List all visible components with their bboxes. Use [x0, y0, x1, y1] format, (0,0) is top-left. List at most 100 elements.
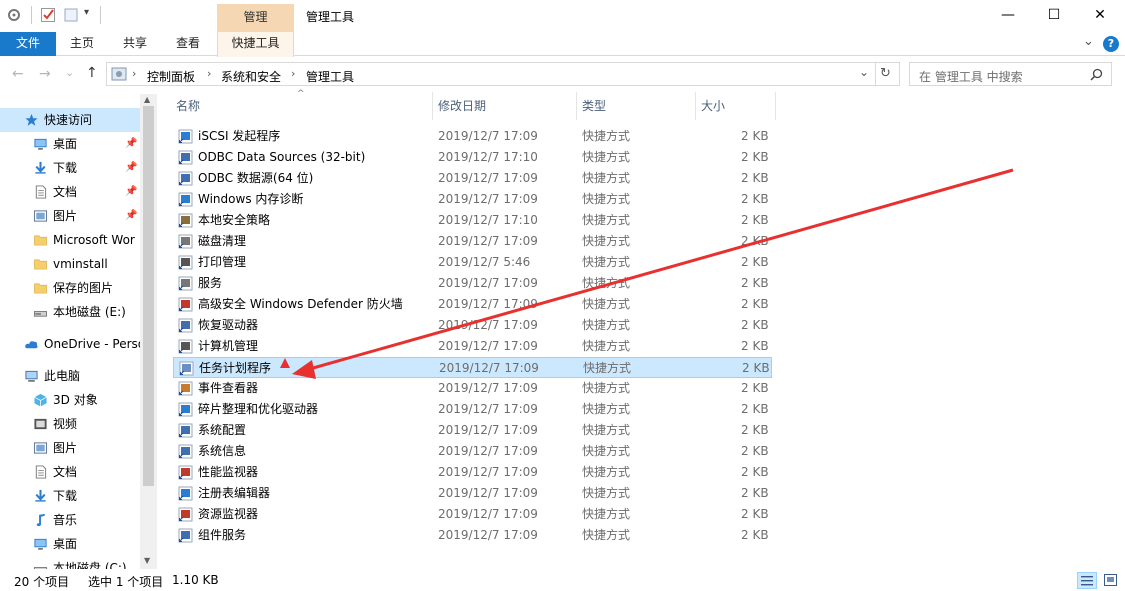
ribbon-collapse-icon[interactable]: ⌄ — [1083, 34, 1094, 49]
file-row[interactable]: iSCSI 发起程序 2019/12/7 17:09 快捷方式 2 KB — [173, 126, 772, 147]
breadcrumb-admin-tools[interactable]: 管理工具 — [306, 68, 354, 85]
scrollbar-thumb[interactable] — [143, 106, 154, 486]
file-row[interactable]: 恢复驱动器 2019/12/7 17:09 快捷方式 2 KB — [173, 315, 772, 336]
file-row[interactable]: 打印管理 2019/12/7 5:46 快捷方式 2 KB — [173, 252, 772, 273]
sidebar-item-label: Microsoft Wor — [53, 233, 135, 247]
breadcrumb-control-panel[interactable]: 控制面板 — [147, 68, 195, 85]
sidebar-item[interactable]: 文档 📌 — [0, 180, 140, 204]
file-type: 快捷方式 — [582, 402, 631, 416]
file-list: iSCSI 发起程序 2019/12/7 17:09 快捷方式 2 KB ODBC Da… — [170, 126, 780, 546]
new-folder-icon[interactable] — [63, 7, 79, 23]
file-name: 资源监视器 — [198, 507, 259, 521]
sidebar-item[interactable]: 文档 — [0, 460, 140, 484]
sidebar-item[interactable]: 本地磁盘 (C:) — [0, 556, 140, 569]
customize-toolbar-icon[interactable]: ▾ — [84, 7, 89, 18]
forward-button[interactable]: → — [39, 66, 51, 82]
tab-share[interactable]: 共享 — [115, 32, 155, 56]
tab-shortcut-tools[interactable]: 快捷工具 — [217, 32, 294, 57]
shortcut-icon — [178, 402, 193, 417]
details-view-button[interactable] — [1077, 572, 1097, 589]
file-row[interactable]: Windows 内存诊断 2019/12/7 17:09 快捷方式 2 KB — [173, 189, 772, 210]
file-row[interactable]: ODBC Data Sources (32-bit) 2019/12/7 17:1… — [173, 147, 772, 168]
search-icon[interactable] — [1090, 68, 1103, 81]
large-icons-view-button[interactable] — [1101, 572, 1121, 589]
column-header-date[interactable]: 修改日期 — [432, 92, 576, 120]
tab-view[interactable]: 查看 — [168, 32, 208, 56]
sidebar-item[interactable]: 音乐 — [0, 508, 140, 532]
sidebar-item[interactable]: 此电脑 — [0, 364, 140, 388]
file-row[interactable]: 系统信息 2019/12/7 17:09 快捷方式 2 KB — [173, 441, 772, 462]
shortcut-icon — [178, 465, 193, 480]
sidebar-item[interactable]: 桌面 — [0, 532, 140, 556]
sidebar-item-label: 本地磁盘 (C:) — [53, 561, 127, 569]
file-row[interactable]: 任务计划程序 2019/12/7 17:09 快捷方式 2 KB — [173, 357, 772, 378]
file-size: 2 KB — [741, 528, 769, 542]
maximize-button[interactable]: ☐ — [1031, 0, 1077, 32]
sidebar-item[interactable]: Microsoft Wor — [0, 228, 140, 252]
breadcrumb-separator: › — [291, 67, 296, 80]
file-row[interactable]: 磁盘清理 2019/12/7 17:09 快捷方式 2 KB — [173, 231, 772, 252]
file-size: 2 KB — [741, 150, 769, 164]
search-input[interactable]: 在 管理工具 中搜索 — [909, 62, 1112, 86]
sidebar-item[interactable]: 图片 📌 — [0, 204, 140, 228]
file-type: 快捷方式 — [582, 444, 631, 458]
file-type: 快捷方式 — [582, 528, 631, 542]
sidebar-item[interactable]: vminstall — [0, 252, 140, 276]
sidebar-item[interactable]: 下载 📌 — [0, 156, 140, 180]
pin-icon: 📌 — [125, 186, 138, 197]
minimize-button[interactable]: — — [985, 0, 1031, 32]
file-row[interactable]: 高级安全 Windows Defender 防火墙 2019/12/7 17:09… — [173, 294, 772, 315]
folder-icon — [34, 235, 47, 246]
close-button[interactable]: ✕ — [1077, 0, 1123, 32]
file-row[interactable]: 组件服务 2019/12/7 17:09 快捷方式 2 KB — [173, 525, 772, 546]
navigation-scrollbar[interactable]: ▲ ▼ — [140, 94, 157, 569]
column-header-type[interactable]: 类型 — [576, 92, 695, 120]
sidebar-item[interactable]: OneDrive - Perso — [0, 332, 140, 356]
sidebar-item[interactable]: 快速访问 — [0, 108, 140, 132]
sidebar-item-label: 保存的图片 — [53, 281, 114, 295]
file-size: 2 KB — [741, 339, 769, 353]
address-dropdown-icon[interactable]: ⌄ — [859, 65, 869, 79]
up-button[interactable]: ↑ — [86, 65, 98, 81]
address-bar[interactable]: › 控制面板 › 系统和安全 › 管理工具 ⌄ ↻ — [106, 62, 900, 86]
file-row[interactable]: ODBC 数据源(64 位) 2019/12/7 17:09 快捷方式 2 KB — [173, 168, 772, 189]
file-row[interactable]: 性能监视器 2019/12/7 17:09 快捷方式 2 KB — [173, 462, 772, 483]
sidebar-item[interactable]: 下载 — [0, 484, 140, 508]
file-row[interactable]: 本地安全策略 2019/12/7 17:10 快捷方式 2 KB — [173, 210, 772, 231]
column-header-name[interactable]: 名称 — [170, 92, 432, 120]
tab-home[interactable]: 主页 — [62, 32, 102, 56]
file-row[interactable]: 系统配置 2019/12/7 17:09 快捷方式 2 KB — [173, 420, 772, 441]
checkbox-icon[interactable] — [40, 7, 56, 23]
shortcut-icon — [178, 381, 193, 396]
sidebar-item[interactable]: 视频 — [0, 412, 140, 436]
file-size: 2 KB — [741, 465, 769, 479]
file-name: ODBC Data Sources (32-bit) — [198, 150, 366, 164]
column-header-size[interactable]: 大小 — [695, 92, 775, 120]
file-row[interactable]: 注册表编辑器 2019/12/7 17:09 快捷方式 2 KB — [173, 483, 772, 504]
computer-icon — [25, 370, 38, 382]
tab-file[interactable]: 文件 — [0, 32, 56, 56]
pictures-icon — [33, 442, 48, 454]
shortcut-icon — [178, 423, 193, 438]
file-date: 2019/12/7 5:46 — [438, 255, 531, 269]
file-row[interactable]: 碎片整理和优化驱动器 2019/12/7 17:09 快捷方式 2 KB — [173, 399, 772, 420]
sidebar-item[interactable]: 图片 — [0, 436, 140, 460]
back-button[interactable]: ← — [12, 66, 24, 82]
breadcrumb-system-security[interactable]: 系统和安全 — [221, 68, 281, 85]
file-row[interactable]: 服务 2019/12/7 17:09 快捷方式 2 KB — [173, 273, 772, 294]
breadcrumb-separator: › — [132, 67, 137, 80]
file-row[interactable]: 计算机管理 2019/12/7 17:09 快捷方式 2 KB — [173, 336, 772, 357]
properties-icon[interactable] — [6, 7, 22, 23]
sidebar-item[interactable]: 保存的图片 — [0, 276, 140, 300]
file-name: 任务计划程序 — [199, 361, 272, 375]
sidebar-item[interactable]: 3D 对象 — [0, 388, 140, 412]
file-row[interactable]: 资源监视器 2019/12/7 17:09 快捷方式 2 KB — [173, 504, 772, 525]
shortcut-icon — [178, 318, 193, 333]
sidebar-item[interactable]: 本地磁盘 (E:) — [0, 300, 140, 324]
recent-locations-button[interactable]: ⌄ — [65, 66, 74, 79]
refresh-button[interactable]: ↻ — [880, 66, 891, 81]
sidebar-item[interactable]: 桌面 📌 — [0, 132, 140, 156]
help-icon[interactable]: ? — [1103, 36, 1119, 52]
file-row[interactable]: 事件查看器 2019/12/7 17:09 快捷方式 2 KB — [173, 378, 772, 399]
window-title: 管理工具 — [306, 10, 355, 24]
